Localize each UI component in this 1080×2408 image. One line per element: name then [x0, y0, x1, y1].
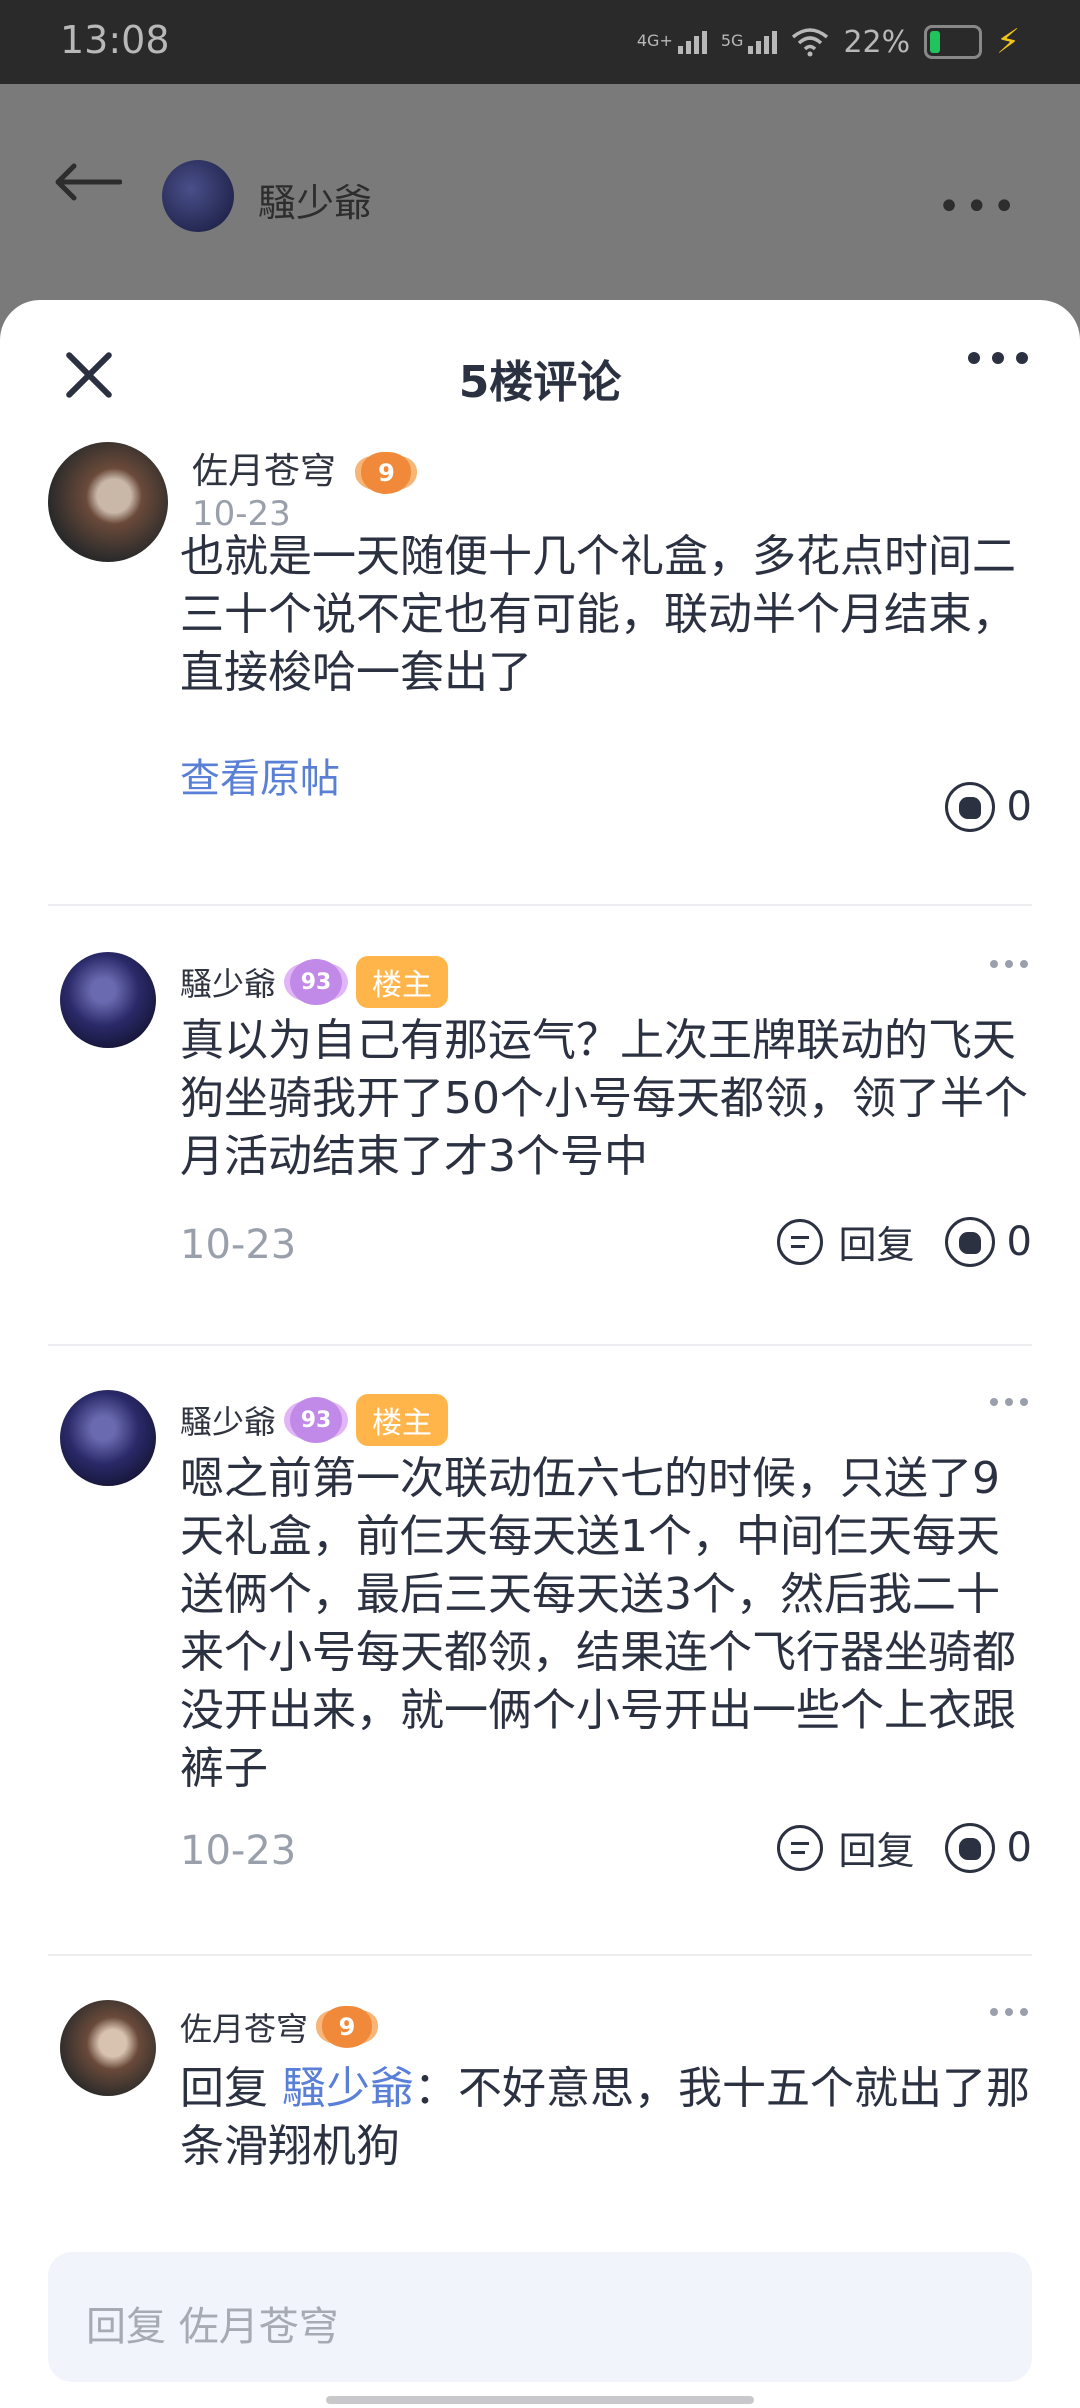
reply-input[interactable]: 回复 佐月苍穹: [48, 2252, 1032, 2382]
status-time: 13:08: [60, 18, 170, 62]
like-button[interactable]: 0: [944, 782, 1032, 832]
host-tag: 楼主: [356, 956, 449, 1008]
comment-author[interactable]: 佐月苍穹 9: [192, 442, 412, 494]
author-name[interactable]: 騷少爺: [180, 1397, 276, 1443]
like-count: 0: [1006, 784, 1032, 830]
divider: [48, 904, 1032, 906]
reply-text: 嗯之前第一次联动伍六七的时候，只送了9天礼盒，前仨天每天送1个，中间仨天每天送俩…: [180, 1453, 1016, 1794]
level-badge: 93: [290, 1397, 343, 1443]
reply-button[interactable]: 回复: [776, 1820, 915, 1875]
more-horizontal-icon[interactable]: •••: [937, 184, 1020, 230]
reply-text: 真以为自己有那运气？上次王牌联动的飞天狗坐骑我开了50个小号每天都领，领了半个月…: [180, 1015, 1028, 1182]
signal-5g-label: 5G: [720, 30, 744, 50]
status-icons: 4G+ 5G 22% ⚡: [637, 20, 1020, 64]
more-horizontal-icon[interactable]: [968, 352, 1028, 364]
divider: [48, 1344, 1032, 1346]
thread-author-name[interactable]: 騷少爺: [258, 172, 372, 227]
signal-5g-icon: 5G: [720, 30, 778, 54]
reply-meta: 騷少爺 93 楼主: [180, 956, 449, 1008]
reply-label: 回复: [838, 1223, 915, 1267]
like-button[interactable]: 0: [944, 1216, 1032, 1267]
reply-actions: 回复 0: [776, 1214, 1032, 1269]
more-options-icon[interactable]: [990, 2008, 1028, 2016]
reply-footer: 10-23 回复 0: [180, 1820, 1032, 1880]
author-name[interactable]: 佐月苍穹: [192, 451, 336, 492]
more-options-icon[interactable]: [990, 1398, 1028, 1406]
sheet-title: 5楼评论: [458, 357, 622, 408]
like-button[interactable]: 0: [944, 1822, 1032, 1873]
main-comment: 佐月苍穹 9 10-23 也就是一天随便十几个礼盒，多花点时间二三十个说不定也有…: [0, 442, 1080, 910]
avatar[interactable]: [60, 2000, 156, 2096]
home-indicator[interactable]: [326, 2396, 754, 2404]
battery-icon: [924, 25, 983, 59]
like-count: 0: [1006, 1218, 1032, 1265]
avatar[interactable]: [60, 1390, 156, 1486]
avatar[interactable]: [60, 952, 156, 1048]
reply-actions: 回复 0: [776, 1820, 1032, 1875]
charging-icon: ⚡: [996, 22, 1020, 62]
arrow-left-icon[interactable]: [52, 162, 122, 202]
author-name[interactable]: 佐月苍穹: [180, 2004, 308, 2050]
author-name[interactable]: 騷少爺: [180, 959, 276, 1005]
reply-text: 回复 騷少爺：不好意思，我十五个就出了那条滑翔机狗: [180, 2060, 1030, 2176]
comment-text: 也就是一天随便十几个礼盒，多花点时间二三十个说不定也有可能，联动半个月结束，直接…: [180, 531, 1016, 698]
background-header: 騷少爺 •••: [0, 84, 1080, 324]
reply-label: 回复: [838, 1829, 915, 1873]
reply-meta: 佐月苍穹 9: [180, 2004, 373, 2050]
host-tag: 楼主: [356, 1394, 449, 1446]
signal-4g-icon: 4G+: [636, 30, 707, 54]
comment-sheet: 5楼评论 佐月苍穹 9 10-23 也就是一天随便十几个礼盒，多花点时间二三十个…: [0, 300, 1080, 2408]
battery-percent: 22%: [843, 24, 911, 60]
reply-prefix: 回复: [180, 2063, 282, 2114]
level-badge: 9: [322, 2006, 373, 2048]
reply-button[interactable]: 回复: [776, 1214, 915, 1269]
reply-date: 10-23: [180, 1222, 297, 1268]
reply-input-placeholder: 回复 佐月苍穹: [86, 2304, 339, 2350]
view-original-link[interactable]: 查看原帖: [180, 746, 340, 804]
comment-icon: [776, 1824, 823, 1871]
reply-date: 10-23: [180, 1828, 297, 1874]
status-bar: 13:08 4G+ 5G 22% ⚡: [0, 0, 1080, 84]
thumb-up-icon: [944, 1216, 995, 1267]
signal-4g-label: 4G+: [636, 30, 673, 50]
avatar[interactable]: [162, 160, 234, 232]
reply-meta: 騷少爺 93 楼主: [180, 1394, 449, 1446]
sheet-header: 5楼评论: [0, 300, 1080, 450]
avatar[interactable]: [48, 442, 168, 562]
level-badge: 93: [290, 959, 343, 1005]
thumb-up-icon: [944, 782, 995, 832]
level-badge: 9: [361, 452, 412, 494]
wifi-icon: [792, 28, 829, 57]
divider: [48, 1954, 1032, 1956]
thumb-up-icon: [944, 1822, 995, 1873]
more-options-icon[interactable]: [990, 960, 1028, 968]
like-count: 0: [1006, 1824, 1032, 1871]
reply-footer: 10-23 回复 0: [180, 1214, 1032, 1274]
mention-link[interactable]: 騷少爺: [282, 2063, 414, 2114]
comment-icon: [776, 1218, 823, 1265]
